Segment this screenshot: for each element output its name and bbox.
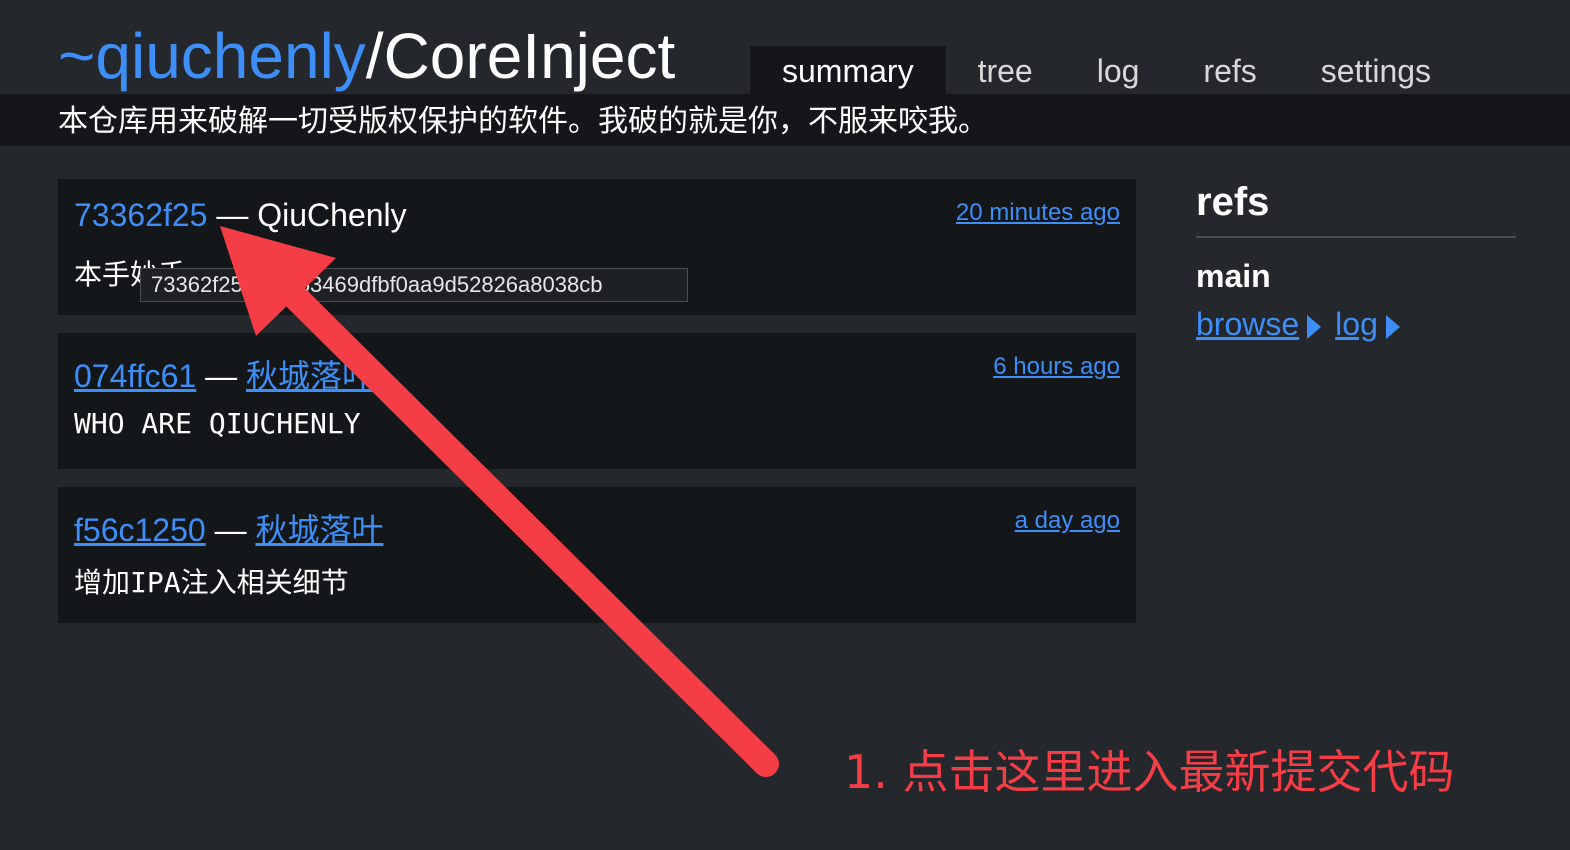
commit-separator: — xyxy=(205,358,238,394)
commit-hash-link[interactable]: 73362f25 xyxy=(74,197,207,233)
commit-hash-link[interactable]: 074ffc61 xyxy=(74,358,196,394)
commit-hash-link[interactable]: f56c1250 xyxy=(74,512,206,548)
tab-settings[interactable]: settings xyxy=(1289,46,1463,94)
commit-message: 增加IPA注入相关细节 xyxy=(74,566,349,599)
ref-branch-name: main xyxy=(1196,258,1271,294)
ref-links: browse log xyxy=(1196,306,1414,343)
commit-header: f56c1250 — 秋城落叶 xyxy=(74,505,383,551)
refs-heading: refs xyxy=(1196,180,1270,224)
commit-separator: — xyxy=(216,197,249,233)
commit-header: 074ffc61 — 秋城落叶 xyxy=(74,351,374,397)
commit-author-link[interactable]: 秋城落叶 xyxy=(255,512,383,548)
triangle-right-icon xyxy=(1307,314,1322,339)
commit-time-link[interactable]: 20 minutes ago xyxy=(956,199,1120,227)
commit-time-link[interactable]: 6 hours ago xyxy=(993,353,1120,381)
nav-tabs: summary tree log refs settings xyxy=(750,46,1463,94)
repo-description: 本仓库用来破解一切受版权保护的软件。我破的就是你，不服来咬我。 xyxy=(58,104,988,139)
commit-message: WHO ARE QIUCHENLY xyxy=(74,407,361,440)
commit-card: 074ffc61 — 秋城落叶 6 hours ago WHO ARE QIUC… xyxy=(58,333,1136,469)
browse-link[interactable]: browse xyxy=(1196,306,1299,342)
commit-time-link[interactable]: a day ago xyxy=(1015,507,1120,535)
tab-summary[interactable]: summary xyxy=(750,46,946,94)
hash-tooltip: 73362f25bfd3653469dfbf0aa9d52826a8038cb xyxy=(140,268,688,302)
commit-card: f56c1250 — 秋城落叶 a day ago 增加IPA注入相关细节 xyxy=(58,487,1136,623)
tab-log[interactable]: log xyxy=(1065,46,1172,94)
log-link[interactable]: log xyxy=(1335,306,1378,342)
tab-tree[interactable]: tree xyxy=(946,46,1065,94)
annotation-text: 1. 点击这里进入最新提交代码 xyxy=(844,745,1455,799)
title-slash: / xyxy=(365,20,384,92)
repo-title: ~qiuchenly/CoreInject xyxy=(58,18,675,94)
repo-name: CoreInject xyxy=(383,20,676,92)
commit-author-link[interactable]: 秋城落叶 xyxy=(246,358,374,394)
tab-refs[interactable]: refs xyxy=(1171,46,1288,94)
description-bar: 本仓库用来破解一切受版权保护的软件。我破的就是你，不服来咬我。 xyxy=(0,94,1570,146)
refs-divider xyxy=(1196,236,1516,238)
commit-header: 73362f25 — QiuChenly xyxy=(74,197,407,234)
owner-link[interactable]: ~qiuchenly xyxy=(58,20,366,92)
commit-separator: — xyxy=(214,512,247,548)
triangle-right-icon xyxy=(1385,314,1400,339)
commit-author: QiuChenly xyxy=(257,197,407,233)
